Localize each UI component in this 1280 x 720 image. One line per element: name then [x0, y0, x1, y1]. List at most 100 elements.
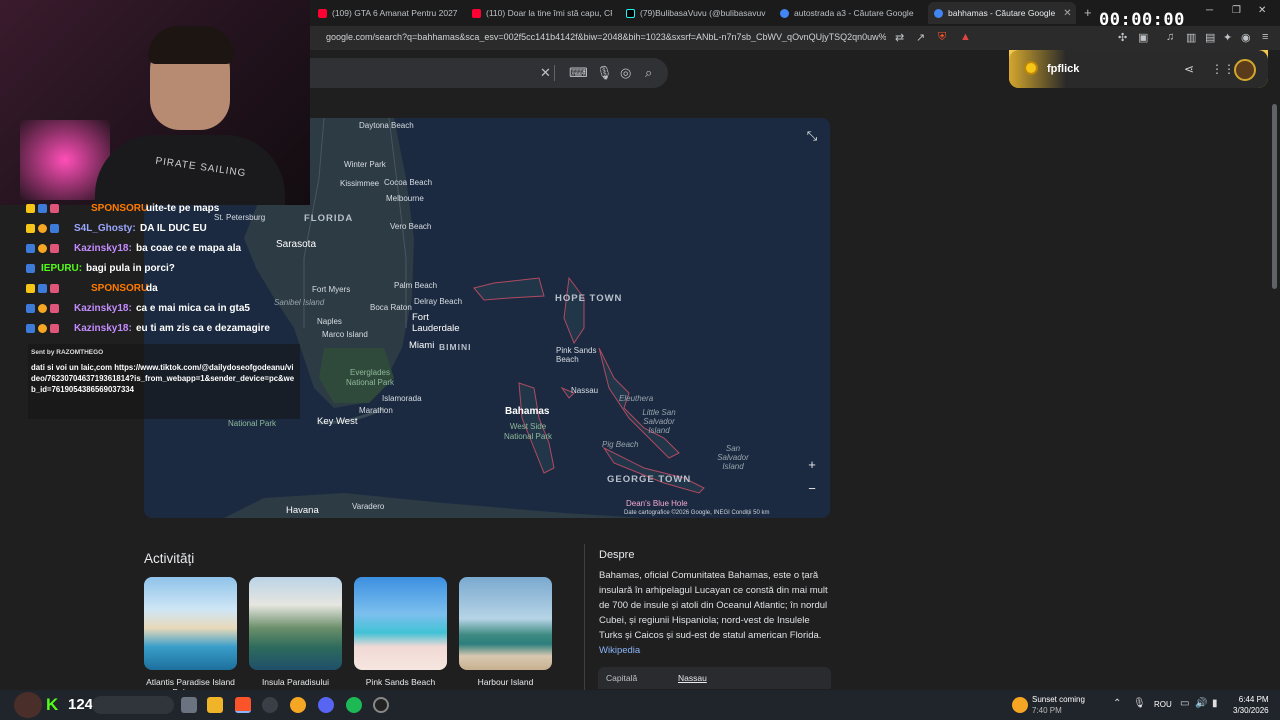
extensions-icon[interactable]: ✣: [1118, 31, 1127, 44]
tab-youtube-crimi[interactable]: (110) Doar la tine îmi stă capu, CRIMI: [472, 4, 612, 22]
tiktok-icon: [626, 8, 635, 18]
tray-overflow-icon[interactable]: ⌃: [1113, 698, 1121, 709]
new-tab-button[interactable]: +: [1084, 5, 1092, 20]
wikipedia-link[interactable]: Wikipedia: [599, 645, 640, 656]
map-label-hope-town[interactable]: HOPE TOWN: [555, 293, 622, 304]
tab-tiktok[interactable]: (79)BulibasaVuvu (@bulibasavuvu) |: [626, 4, 766, 22]
weather-widget[interactable]: Sunset coming 7:40 PM: [1032, 694, 1085, 716]
spotify-icon[interactable]: [346, 697, 362, 713]
map-label-everglades[interactable]: Everglades National Park: [340, 368, 400, 388]
leo-icon[interactable]: ✦: [1223, 31, 1232, 44]
wallet-icon[interactable]: ▤: [1205, 31, 1215, 44]
search-icon[interactable]: ⌕: [645, 65, 652, 81]
sidebar-icon[interactable]: ▥: [1186, 31, 1196, 44]
capital-row[interactable]: Capitală Nassau: [598, 667, 831, 689]
account-name[interactable]: fpflick: [1047, 63, 1079, 75]
map-label-little-san-salvador[interactable]: Little San Salvador Island: [636, 408, 682, 435]
zoom-in-button[interactable]: +: [802, 455, 822, 475]
discord-icon[interactable]: [318, 697, 334, 713]
map-label-delray[interactable]: Delray Beach: [414, 297, 462, 306]
tab-google-autostrada[interactable]: autostrada a3 - Căutare Google: [780, 4, 920, 22]
zoom-out-button[interactable]: −: [802, 479, 822, 499]
map-label-pig-beach[interactable]: Pig Beach: [602, 440, 638, 449]
map-attribution[interactable]: Date cartografice ©2026 Google, INEGI Co…: [624, 510, 770, 516]
vpn-icon[interactable]: ◉: [1241, 31, 1251, 44]
map-label-havana[interactable]: Havana: [286, 505, 319, 516]
clear-search-icon[interactable]: ✕: [540, 65, 551, 81]
microphone-tray-icon[interactable]: 🎙: [1133, 698, 1146, 709]
map-label-fort-lauderdale[interactable]: Fort Lauderdale: [412, 312, 472, 334]
brave-browser-icon[interactable]: [235, 697, 251, 713]
activity-card[interactable]: Insula Paradisului: [249, 577, 342, 690]
map-label-palm-beach[interactable]: Palm Beach: [394, 281, 437, 290]
file-explorer-icon[interactable]: [207, 697, 223, 713]
map-label-melbourne[interactable]: Melbourne: [386, 194, 424, 203]
map-label-kissimmee[interactable]: Kissimmee: [340, 179, 379, 188]
scrollbar[interactable]: [1272, 104, 1277, 289]
app-icon[interactable]: [290, 697, 306, 713]
display-icon[interactable]: ▭: [1180, 698, 1189, 709]
map-label-boca[interactable]: Boca Raton: [370, 303, 412, 312]
map-label-nassau[interactable]: Nassau: [571, 386, 598, 395]
activity-card[interactable]: Atlantis Paradise Island Bahamas: [144, 577, 237, 697]
search-box[interactable]: ✕ ⌨ 🎙 ◎ ⌕: [290, 58, 668, 88]
map-label-marco[interactable]: Marco Island: [322, 330, 368, 339]
map-label-fort-myers[interactable]: Fort Myers: [312, 285, 350, 294]
obs-icon[interactable]: [262, 697, 278, 713]
apps-grid-icon[interactable]: ⋮⋮: [1211, 62, 1235, 76]
task-view-icon[interactable]: [181, 697, 197, 713]
share-icon[interactable]: ⋖: [1184, 62, 1194, 76]
translate-icon[interactable]: ⇄: [895, 31, 904, 44]
maximize-icon[interactable]: ❐: [1232, 5, 1241, 16]
map-label-san-salvador[interactable]: San Salvador Island: [710, 444, 756, 471]
map-label-deans-blue-hole[interactable]: Dean's Blue Hole: [626, 499, 688, 508]
close-window-icon[interactable]: ✕: [1258, 5, 1266, 16]
map-label-pink-sands[interactable]: Pink Sands Beach: [556, 346, 606, 364]
map-label-vero[interactable]: Vero Beach: [390, 222, 431, 231]
weather-icon[interactable]: [1012, 697, 1028, 713]
chat-message: Kazinsky18: eu ti am zis ca e dezamagire: [26, 321, 296, 341]
map-label-varadero[interactable]: Varadero: [352, 502, 384, 511]
map-label-cocoa[interactable]: Cocoa Beach: [384, 178, 432, 187]
steam-icon[interactable]: [373, 697, 389, 713]
system-clock[interactable]: 6:44 PM 3/30/2026: [1233, 694, 1269, 716]
map-label-bimini[interactable]: BIMINI: [439, 342, 471, 352]
lens-icon[interactable]: ◎: [620, 65, 631, 81]
avatar[interactable]: [1234, 59, 1256, 81]
activity-card[interactable]: Pink Sands Beach: [354, 577, 447, 690]
map-label-west-side[interactable]: West Side National Park: [498, 422, 558, 442]
tab-youtube-gta6[interactable]: (109) GTA 6 Amanat Pentru 2027 să: [318, 4, 458, 22]
battery-icon[interactable]: ▮: [1212, 698, 1218, 709]
map-label-islamorada[interactable]: Islamorada: [382, 394, 422, 403]
capital-value-link[interactable]: Nassau: [678, 673, 707, 683]
map-label-bahamas[interactable]: Bahamas: [505, 406, 549, 417]
share-icon[interactable]: ↗: [916, 31, 925, 44]
map-label-key-west[interactable]: Key West: [317, 416, 357, 427]
taskbar-search[interactable]: [92, 696, 174, 714]
screenshot-icon[interactable]: ▣: [1138, 31, 1148, 44]
exit-fullscreen-icon[interactable]: ⤡: [802, 126, 822, 146]
tab-google-bahamas[interactable]: bahhamas - Căutare Google ✕: [928, 2, 1076, 24]
map-label-marathon[interactable]: Marathon: [359, 406, 393, 415]
map-label-eleuthera[interactable]: Eleuthera: [619, 394, 653, 403]
minimize-icon[interactable]: ─: [1206, 5, 1213, 16]
map-label-daytona[interactable]: Daytona Beach: [359, 121, 414, 130]
url-field[interactable]: google.com/search?q=bahhamas&sca_esv=002…: [326, 32, 886, 42]
activity-card[interactable]: Harbour Island: [459, 577, 552, 690]
language-indicator[interactable]: ROU: [1154, 700, 1172, 709]
brave-rewards-icon[interactable]: ▲: [960, 31, 971, 43]
brave-shield-icon[interactable]: ⛨: [938, 31, 946, 44]
coin-icon: [1024, 61, 1038, 75]
map-label-george-town[interactable]: GEORGE TOWN: [607, 474, 691, 485]
map-label-dry-tortugas[interactable]: National Park: [228, 419, 276, 428]
map-label-miami[interactable]: Miami: [409, 340, 434, 351]
close-tab-icon[interactable]: ✕: [1063, 8, 1071, 19]
map-label-naples[interactable]: Naples: [317, 317, 342, 326]
music-icon[interactable]: ♫: [1166, 31, 1174, 43]
taskbar: K 124 Sunset coming 7:40 PM ⌃ 🎙 ROU ▭ 🔊 …: [0, 690, 1280, 720]
microphone-icon[interactable]: 🎙: [596, 65, 613, 81]
menu-icon[interactable]: ≡: [1262, 31, 1268, 43]
keyboard-icon[interactable]: ⌨: [569, 65, 588, 81]
map-label-winter-park[interactable]: Winter Park: [344, 160, 386, 169]
volume-icon[interactable]: 🔊: [1195, 698, 1207, 709]
